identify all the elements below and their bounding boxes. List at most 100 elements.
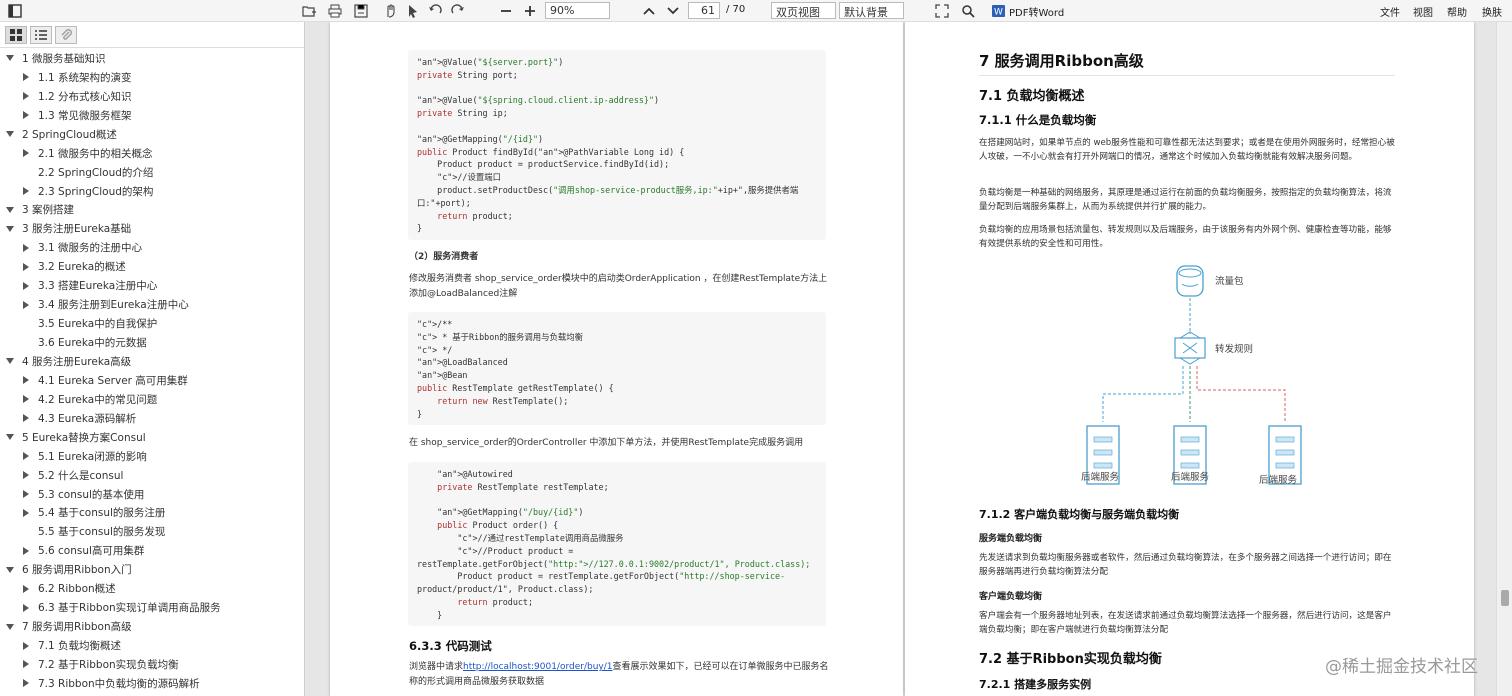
save-icon[interactable] xyxy=(352,2,370,20)
outline-item[interactable]: 5.6 consul高可用集群 xyxy=(0,541,304,560)
outline-item[interactable]: 2.1 微服务中的相关概念 xyxy=(0,144,304,163)
outline-item[interactable]: 5.5 基于consul的服务发现 xyxy=(0,522,304,541)
outline-item[interactable]: 3 案例搭建 xyxy=(0,201,304,220)
outline-item[interactable]: 1 微服务基础知识 xyxy=(0,49,304,68)
menu-skin[interactable]: 换肤 xyxy=(1482,4,1502,19)
outline-item[interactable]: 1.1 系统架构的演变 xyxy=(0,68,304,87)
scrollbar-thumb[interactable] xyxy=(1501,590,1509,606)
outline-item[interactable]: 5 Eureka替换方案Consul xyxy=(0,428,304,447)
collapse-arrow-icon[interactable] xyxy=(23,452,29,461)
collapse-arrow-icon[interactable] xyxy=(23,395,29,404)
collapse-arrow-icon[interactable] xyxy=(23,546,29,555)
expand-arrow-icon[interactable] xyxy=(6,434,14,441)
menu-view[interactable]: 视图 xyxy=(1413,4,1433,19)
outline-item[interactable]: 2 SpringCloud概述 xyxy=(0,125,304,144)
search-icon[interactable] xyxy=(959,2,977,20)
open-file-icon[interactable] xyxy=(300,2,318,20)
zoom-input[interactable] xyxy=(545,2,610,19)
next-page-icon[interactable] xyxy=(664,2,682,20)
collapse-arrow-icon[interactable] xyxy=(23,660,29,669)
rotate-right-icon[interactable] xyxy=(449,2,467,20)
collapse-arrow-icon[interactable] xyxy=(23,641,29,650)
view-mode-select[interactable]: 双页视图 xyxy=(771,2,836,19)
outline-item[interactable]: 3.6 Eureka中的元数据 xyxy=(0,333,304,352)
outline-item[interactable]: 7.1 负载均衡概述 xyxy=(0,636,304,655)
collapse-arrow-icon[interactable] xyxy=(23,111,29,120)
outline-view-icon[interactable] xyxy=(30,25,52,44)
outline-item-label: 3.4 服务注册到Eureka注册中心 xyxy=(38,299,189,312)
expand-arrow-icon[interactable] xyxy=(6,55,14,62)
localhost-link[interactable]: http://localhost:9001/order/buy/1 xyxy=(463,662,612,672)
expand-arrow-icon[interactable] xyxy=(6,623,14,630)
outline-item[interactable]: 1.2 分布式核心知识 xyxy=(0,87,304,106)
collapse-arrow-icon[interactable] xyxy=(23,679,29,688)
word-icon[interactable]: W xyxy=(992,2,1006,20)
pdf-to-word-button[interactable]: PDF转Word xyxy=(1009,4,1064,19)
vertical-scrollbar[interactable] xyxy=(1496,22,1512,696)
outline-item[interactable]: 7 服务调用Ribbon高级 xyxy=(0,617,304,636)
attachment-icon[interactable] xyxy=(55,25,77,44)
outline-item[interactable]: 5.2 什么是consul xyxy=(0,466,304,485)
outline-item[interactable]: 3.5 Eureka中的自我保护 xyxy=(0,314,304,333)
outline-item[interactable]: 1.3 常见微服务框架 xyxy=(0,106,304,125)
outline-item[interactable]: 3.3 搭建Eureka注册中心 xyxy=(0,276,304,295)
outline-item[interactable]: 5.4 基于consul的服务注册 xyxy=(0,504,304,523)
collapse-arrow-icon[interactable] xyxy=(23,300,29,309)
background-select[interactable]: 默认背景 xyxy=(839,2,904,19)
outline-item[interactable]: 7.2 基于Ribbon实现负载均衡 xyxy=(0,655,304,674)
collapse-arrow-icon[interactable] xyxy=(23,584,29,593)
sidebar-toggle-icon[interactable] xyxy=(6,2,24,20)
menu-file[interactable]: 文件 xyxy=(1380,4,1400,19)
collapse-arrow-icon[interactable] xyxy=(23,471,29,480)
outline-item[interactable]: 2.2 SpringCloud的介绍 xyxy=(0,163,304,182)
collapse-arrow-icon[interactable] xyxy=(23,490,29,499)
collapse-arrow-icon[interactable] xyxy=(23,376,29,385)
outline-item[interactable]: 3.4 服务注册到Eureka注册中心 xyxy=(0,295,304,314)
expand-arrow-icon[interactable] xyxy=(6,131,14,138)
zoom-out-icon[interactable] xyxy=(497,2,515,20)
pdf-page-right: 7 服务调用Ribbon高级 7.1 负载均衡概述 7.1.1 什么是负载均衡 … xyxy=(905,22,1474,696)
rotate-left-icon[interactable] xyxy=(426,2,444,20)
collapse-arrow-icon[interactable] xyxy=(23,92,29,101)
outline-item[interactable]: 7.3 Ribbon中负载均衡的源码解析 xyxy=(0,674,304,693)
prev-page-icon[interactable] xyxy=(640,2,658,20)
outline-item-label: 4 服务注册Eureka高级 xyxy=(22,355,132,368)
code-line: 口:"+port); xyxy=(417,197,471,208)
collapse-arrow-icon[interactable] xyxy=(23,508,29,517)
collapse-arrow-icon[interactable] xyxy=(23,414,29,423)
outline-item[interactable]: 4.2 Eureka中的常见问题 xyxy=(0,390,304,409)
collapse-arrow-icon[interactable] xyxy=(23,603,29,612)
expand-arrow-icon[interactable] xyxy=(6,358,14,365)
select-tool-icon[interactable] xyxy=(404,2,422,20)
outline-item[interactable]: 3.1 微服务的注册中心 xyxy=(0,238,304,257)
expand-arrow-icon[interactable] xyxy=(6,566,14,573)
collapse-arrow-icon[interactable] xyxy=(23,73,29,82)
outline-item[interactable]: 6.3 基于Ribbon实现订单调用商品服务 xyxy=(0,598,304,617)
outline-item[interactable]: 5.1 Eureka闭源的影响 xyxy=(0,447,304,466)
outline-item[interactable]: 4.1 Eureka Server 高可用集群 xyxy=(0,371,304,390)
collapse-arrow-icon[interactable] xyxy=(23,262,29,271)
hand-tool-icon[interactable] xyxy=(382,2,400,20)
outline-item[interactable]: 2.3 SpringCloud的架构 xyxy=(0,182,304,201)
outline-item[interactable]: 3.2 Eureka的概述 xyxy=(0,257,304,276)
page-number-input[interactable] xyxy=(688,2,720,19)
outline-item[interactable]: 6 服务调用Ribbon入门 xyxy=(0,560,304,579)
collapse-arrow-icon[interactable] xyxy=(23,187,29,196)
outline-item[interactable]: 4.3 Eureka源码解析 xyxy=(0,409,304,428)
outline-item[interactable]: 6.2 Ribbon概述 xyxy=(0,579,304,598)
zoom-in-icon[interactable] xyxy=(521,2,539,20)
print-icon[interactable] xyxy=(326,2,344,20)
code-line: Product product = restTemplate.getForObj… xyxy=(417,571,786,582)
collapse-arrow-icon[interactable] xyxy=(23,149,29,158)
chapter-title: 7 服务调用Ribbon高级 xyxy=(979,50,1395,76)
menu-help[interactable]: 帮助 xyxy=(1447,4,1467,19)
outline-item[interactable]: 4 服务注册Eureka高级 xyxy=(0,352,304,371)
outline-item[interactable]: 3 服务注册Eureka基础 xyxy=(0,219,304,238)
collapse-arrow-icon[interactable] xyxy=(23,243,29,252)
expand-arrow-icon[interactable] xyxy=(6,225,14,232)
expand-arrow-icon[interactable] xyxy=(6,206,14,213)
collapse-arrow-icon[interactable] xyxy=(23,281,29,290)
outline-item[interactable]: 5.3 consul的基本使用 xyxy=(0,485,304,504)
thumbnail-view-icon[interactable] xyxy=(5,25,27,44)
fullscreen-icon[interactable] xyxy=(933,2,951,20)
